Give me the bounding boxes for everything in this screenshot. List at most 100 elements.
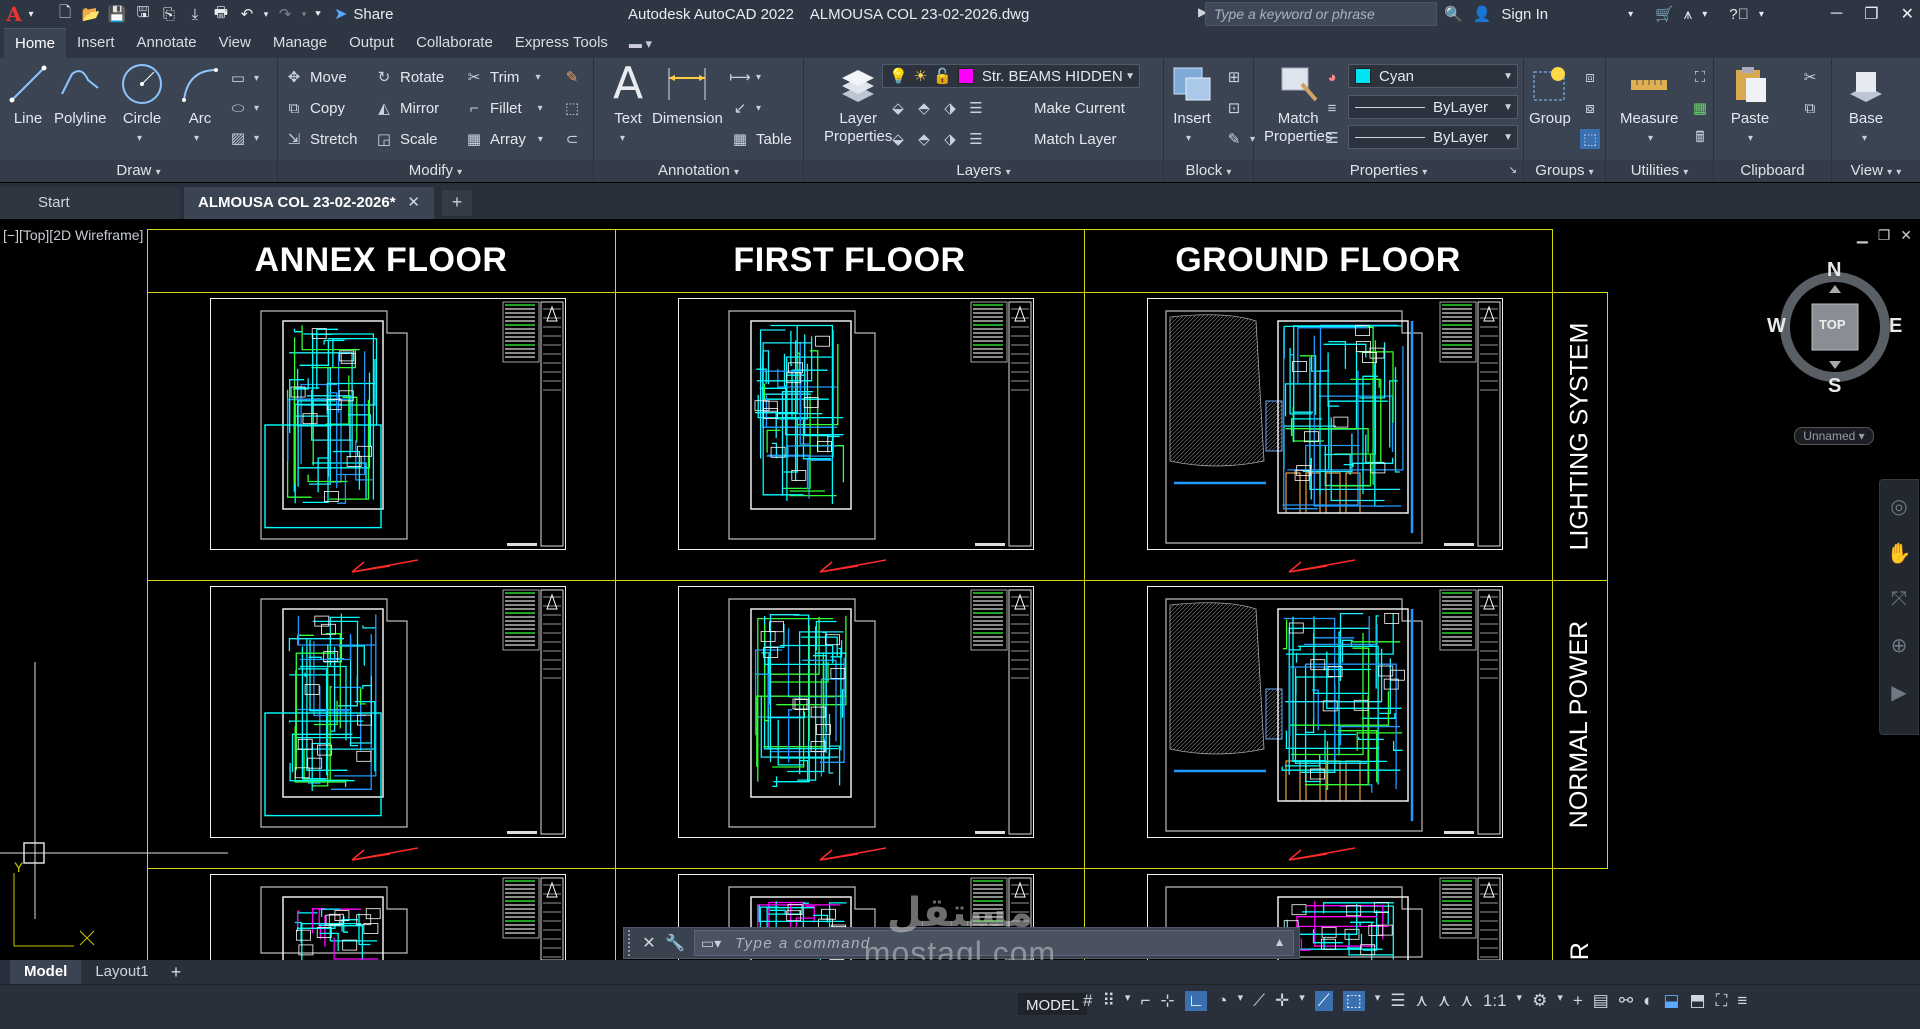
plan-sheet[interactable] (210, 586, 566, 838)
infer-constraints-icon[interactable]: ⌐ (1140, 991, 1150, 1011)
modify-panel-title[interactable]: Modify ▾ (278, 160, 593, 182)
arc-button[interactable]: Arc (178, 62, 222, 128)
properties-panel-title[interactable]: Properties ▾ ↘ (1254, 160, 1523, 182)
showmotion-icon[interactable]: ▶ (1891, 680, 1906, 705)
save-web-icon[interactable]: ⤓ (182, 2, 208, 26)
close-tab-icon[interactable]: ✕ (407, 193, 420, 211)
offset-button[interactable]: ⊂ (562, 127, 582, 151)
linetype-button[interactable]: ☰ (1322, 126, 1342, 150)
plus-icon[interactable]: + (1573, 991, 1583, 1011)
cart-icon[interactable]: 🛒 (1655, 5, 1674, 23)
scale-button[interactable]: ◲ Scale (374, 127, 438, 151)
autoscale-icon[interactable]: ⋏ (1438, 991, 1450, 1011)
text-button[interactable]: A Text (606, 62, 650, 128)
selection-cycling-icon[interactable]: ⬚ (1342, 991, 1365, 1011)
tab-express-tools[interactable]: Express Tools (504, 28, 619, 58)
plan-sheet[interactable] (210, 874, 566, 965)
line-button[interactable]: Line (6, 62, 50, 128)
ucs-menu[interactable]: Unnamed ▾ (1794, 427, 1874, 445)
sign-in-dropdown-icon[interactable]: ▾ (1628, 9, 1633, 20)
layers-panel-title[interactable]: Layers ▾ (804, 160, 1163, 182)
ortho-icon[interactable]: ∟ (1184, 991, 1208, 1011)
calculator-button[interactable]: ▦ (1690, 96, 1710, 120)
hatch-button[interactable]: ⬭ ▾ (228, 96, 259, 120)
osnap-mode-dropdown-icon[interactable]: ▾ (1375, 991, 1381, 1011)
color-dropdown[interactable]: Cyan ▼ (1348, 64, 1518, 88)
tab-view[interactable]: View (208, 28, 262, 58)
open-web-icon[interactable]: ⎘ (156, 2, 182, 26)
layer-dropdown[interactable]: 💡 ☀ 🔓 Str. BEAMS HIDDEN ▼ (882, 64, 1140, 88)
undo-dropdown-icon[interactable]: ▾ (260, 2, 272, 26)
graphics-performance-icon[interactable]: ◐ (1643, 991, 1653, 1011)
tab-output[interactable]: Output (338, 28, 405, 58)
polar-dropdown-icon[interactable]: ▾ (1238, 991, 1244, 1011)
autocad-logo-icon[interactable]: A (4, 2, 24, 26)
annotation-scale-value[interactable]: 1:1 (1483, 991, 1507, 1011)
help-icon[interactable]: ?⃝ (1729, 6, 1749, 23)
layer-thaw-icon[interactable]: ⬗ (940, 129, 960, 149)
tab-active-drawing[interactable]: ALMOUSA COL 23-02-2026* ✕ (184, 187, 434, 219)
viewcube-west[interactable]: W (1767, 315, 1786, 338)
circle-dropdown-icon[interactable]: ▾ (137, 133, 142, 144)
utilities-panel-title[interactable]: Utilities ▾ (1606, 160, 1713, 182)
copy-button[interactable]: ⧉ Copy (284, 96, 345, 120)
orbit-icon[interactable]: ⊕ (1891, 633, 1908, 658)
command-customize-icon[interactable]: 🔧 (662, 933, 688, 953)
zoom-icon[interactable]: ⤧ (1891, 588, 1907, 611)
plan-sheet[interactable] (678, 298, 1034, 550)
insert-block-button[interactable]: Insert (1170, 62, 1214, 128)
object-snap-icon[interactable]: ⟋ (1314, 991, 1333, 1011)
search-icon[interactable]: 🔍 (1444, 5, 1463, 23)
color-wheel-button[interactable]: ◕ (1322, 65, 1342, 89)
tab-insert[interactable]: Insert (66, 28, 126, 58)
customize-qat-icon[interactable]: ⯆ (310, 2, 326, 26)
make-current-button[interactable]: Make Current (1034, 96, 1125, 120)
rotate-button[interactable]: ↻ Rotate (374, 65, 445, 89)
redo-icon[interactable]: ↷ (272, 2, 298, 26)
tab-manage[interactable]: Manage (262, 28, 338, 58)
help-dropdown-icon[interactable]: ▾ (1759, 9, 1764, 20)
lineweight-dropdown[interactable]: ByLayer ▼ (1348, 95, 1518, 119)
grid-icon[interactable]: # (1083, 991, 1092, 1011)
osnap-dropdown-icon[interactable]: ▾ (1299, 991, 1305, 1011)
group-selection-button[interactable]: ⬚ (1580, 127, 1600, 151)
create-block-button[interactable]: ⊞ (1224, 65, 1244, 89)
ungroup-button[interactable]: ⧈ (1580, 65, 1600, 89)
new-layout-button[interactable]: + (171, 962, 182, 983)
search-input[interactable]: Type a keyword or phrase (1205, 2, 1437, 26)
redo-dropdown-icon[interactable]: ▾ (298, 2, 310, 26)
plan-sheet[interactable] (210, 298, 566, 550)
fillet-button[interactable]: ⌐ Fillet ▾ (464, 96, 543, 120)
app-dropdown-icon[interactable]: ▾ (1702, 9, 1707, 20)
explode-button[interactable]: ⬚ (562, 96, 582, 120)
command-expand-icon[interactable]: ▲ (1274, 935, 1287, 949)
edit-attributes-button[interactable]: ✎ ▾ (1224, 127, 1255, 151)
draw-panel-title[interactable]: Draw ▾ (0, 160, 277, 182)
paste-dropdown-icon[interactable]: ▾ (1748, 133, 1753, 144)
lineweight-button[interactable]: ≡ (1322, 96, 1342, 120)
annotation-panel-title[interactable]: Annotation ▾ (594, 160, 803, 182)
plan-sheet[interactable] (678, 586, 1034, 838)
block-panel-title[interactable]: Block ▾ (1164, 160, 1253, 182)
mirror-button[interactable]: ◭ Mirror (374, 96, 439, 120)
tab-collaborate[interactable]: Collaborate (405, 28, 504, 58)
match-layer-button[interactable]: Match Layer (1034, 127, 1117, 151)
base-button[interactable]: Base (1844, 62, 1888, 128)
viewcube[interactable]: N S W E TOP (1767, 259, 1902, 397)
object-snap-tracking-icon[interactable]: ✛ (1275, 991, 1289, 1011)
plot-icon[interactable]: 🖶 (208, 2, 234, 26)
plan-sheet[interactable] (1147, 586, 1503, 838)
tab-start[interactable]: Start (0, 187, 180, 219)
stretch-button[interactable]: ⇲ Stretch (284, 127, 358, 151)
linear-dim-button[interactable]: ⟼ ▾ (729, 65, 761, 89)
layer-unisolate-icon[interactable]: ⬘ (914, 129, 934, 149)
isodraft-icon[interactable]: ⟋ (1253, 991, 1265, 1011)
snap-icon[interactable]: ⠿ (1102, 991, 1114, 1011)
copy-clip-button[interactable]: ⧉ (1800, 96, 1820, 120)
tab-layout1[interactable]: Layout1 (81, 960, 162, 984)
quick-properties-icon[interactable]: ▤ (1593, 991, 1609, 1011)
sign-in-link[interactable]: Sign In (1501, 6, 1548, 23)
circle-button[interactable]: Circle (120, 62, 164, 128)
text-dropdown-icon[interactable]: ▾ (620, 133, 625, 144)
cut-button[interactable]: ✂ (1800, 65, 1820, 89)
